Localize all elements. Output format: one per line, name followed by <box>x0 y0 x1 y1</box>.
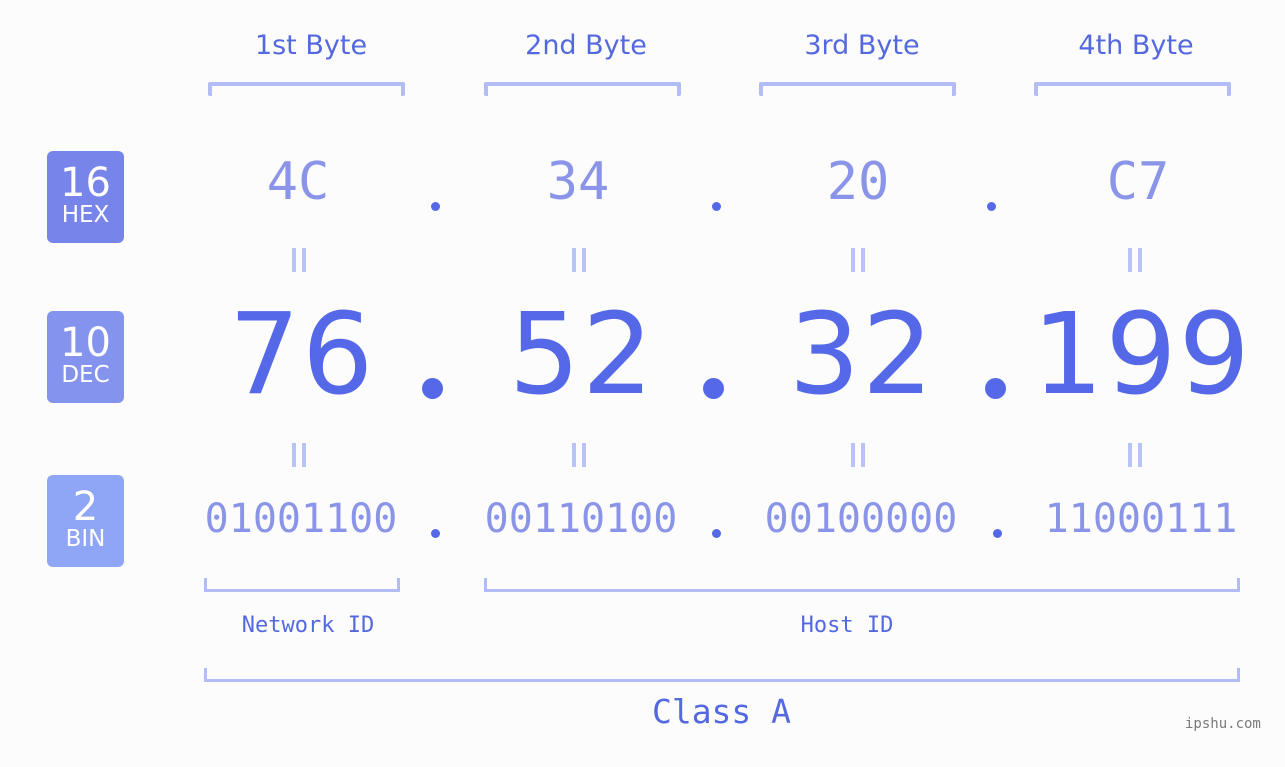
hex-separator-dot <box>431 202 440 211</box>
hex-separator-dot <box>987 202 996 211</box>
bin-octet-2: 00110100 <box>484 496 678 542</box>
ip-class-label: Class A <box>651 692 792 731</box>
dec-badge: 10 DEC <box>47 311 124 403</box>
byte-bracket-4 <box>1034 82 1231 96</box>
equals-icon <box>1128 248 1142 272</box>
byte-label-3: 3rd Byte <box>804 30 920 61</box>
bin-separator-dot <box>712 529 721 538</box>
host-id-bracket <box>484 578 1240 592</box>
bin-octet-4: 11000111 <box>1044 496 1238 542</box>
hex-separator-dot <box>712 202 721 211</box>
network-id-label: Network ID <box>241 613 375 638</box>
byte-bracket-2 <box>484 82 681 96</box>
dec-separator-dot <box>985 378 1006 399</box>
byte-label-4: 4th Byte <box>1078 30 1194 61</box>
hex-badge-label: HEX <box>61 202 110 228</box>
equals-icon <box>292 248 306 272</box>
hex-badge-base: 16 <box>60 160 111 206</box>
bin-octet-1: 01001100 <box>204 496 398 542</box>
bin-octet-3: 00100000 <box>764 496 958 542</box>
byte-bracket-1 <box>208 82 405 96</box>
network-id-bracket <box>204 578 400 592</box>
dec-separator-dot <box>422 378 443 399</box>
hex-octet-3: 20 <box>826 152 890 212</box>
equals-icon <box>292 443 306 467</box>
hex-octet-2: 34 <box>546 152 610 212</box>
bin-badge-label: BIN <box>65 526 106 552</box>
hex-octet-4: C7 <box>1106 152 1170 212</box>
equals-icon <box>851 248 865 272</box>
byte-bracket-3 <box>759 82 956 96</box>
dec-badge-label: DEC <box>61 362 110 388</box>
dec-badge-base: 10 <box>60 320 111 366</box>
dec-octet-4: 199 <box>1032 290 1252 420</box>
class-bracket <box>204 668 1240 682</box>
hex-badge: 16 HEX <box>47 151 124 243</box>
dec-octet-3: 32 <box>788 290 936 420</box>
equals-icon <box>1128 443 1142 467</box>
hex-octet-1: 4C <box>266 152 330 212</box>
bin-badge-base: 2 <box>72 484 99 530</box>
equals-icon <box>572 248 586 272</box>
equals-icon <box>572 443 586 467</box>
byte-label-1: 1st Byte <box>254 30 368 61</box>
bin-separator-dot <box>993 529 1002 538</box>
host-id-label: Host ID <box>800 613 894 638</box>
watermark: ipshu.com <box>1185 716 1261 732</box>
equals-icon <box>851 443 865 467</box>
bin-badge: 2 BIN <box>47 475 124 567</box>
dec-octet-1: 76 <box>228 290 376 420</box>
byte-label-2: 2nd Byte <box>525 30 647 61</box>
dec-separator-dot <box>703 378 724 399</box>
bin-separator-dot <box>431 529 440 538</box>
dec-octet-2: 52 <box>508 290 656 420</box>
